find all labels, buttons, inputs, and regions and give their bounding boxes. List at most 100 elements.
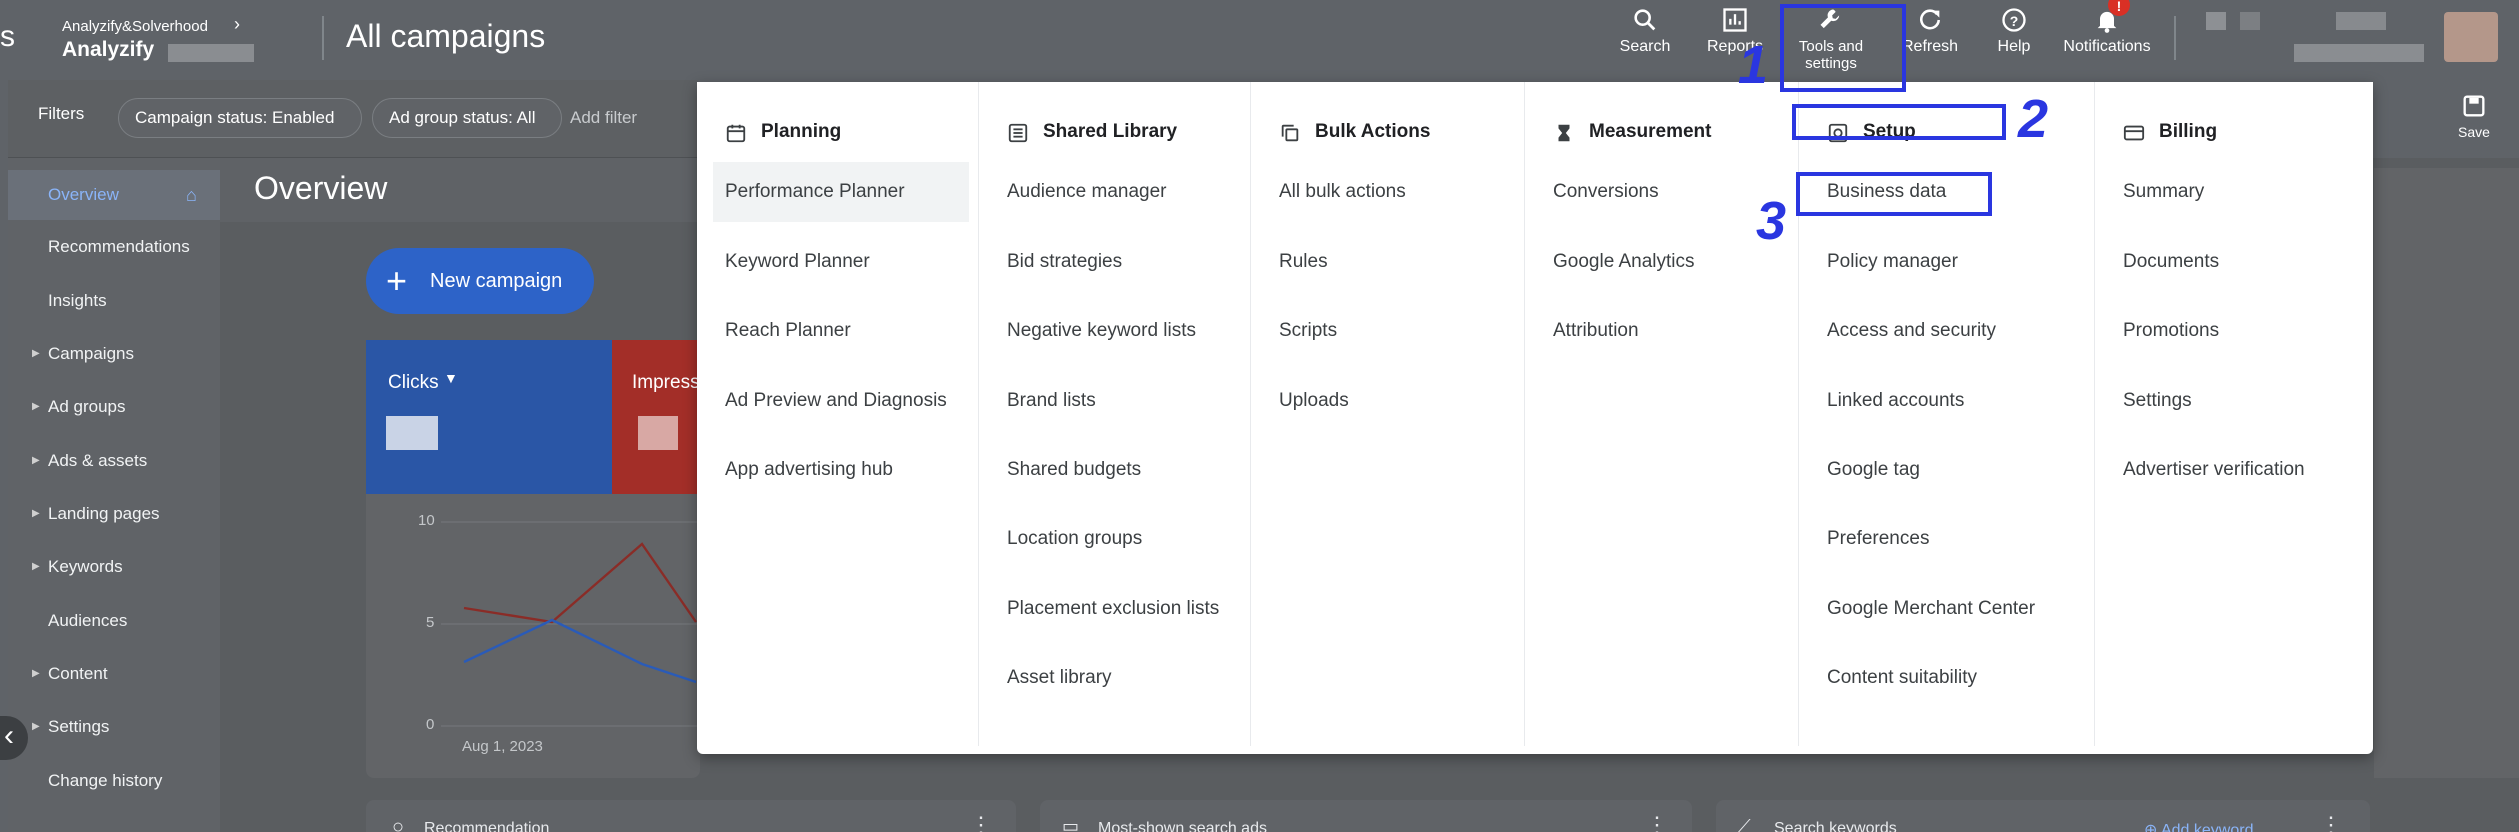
menu-item-shared-budgets[interactable]: Shared budgets — [995, 440, 1241, 500]
add-keyword-label: Add keyword — [2160, 822, 2254, 832]
most-shown-ads-card[interactable]: ▭ Most-shown search ads ⋮ — [1040, 800, 1692, 832]
dropdown-caret-icon: ▼ — [444, 370, 458, 386]
sidebar-item-ads-assets[interactable]: ▶ Ads & assets — [8, 436, 220, 486]
menu-item-conversions[interactable]: Conversions — [1541, 162, 1789, 222]
sidebar-item-campaigns[interactable]: ▶ Campaigns — [8, 329, 220, 379]
menu-heading-billing: Billing — [2123, 112, 2217, 152]
menu-item-bid-strategies[interactable]: Bid strategies — [995, 232, 1241, 292]
recommendation-card[interactable]: ○ Recommendation ⋮ — [366, 800, 1016, 832]
filter-chip-ad-group-status[interactable]: Ad group status: All — [372, 98, 562, 138]
sidebar-item-insights[interactable]: Insights — [8, 276, 220, 326]
sidebar-item-label: Recommendations — [48, 237, 190, 256]
account-name[interactable]: Analyzify — [62, 38, 154, 62]
sidebar-item-label: Change history — [48, 771, 163, 790]
filter-chip-campaign-status[interactable]: Campaign status: Enabled — [118, 98, 362, 138]
lightbulb-icon: ○ — [392, 816, 405, 832]
sidebar-item-label: Audiences — [48, 611, 128, 630]
menu-item-google-analytics[interactable]: Google Analytics — [1541, 232, 1789, 292]
menu-item-reach-planner[interactable]: Reach Planner — [713, 301, 969, 361]
menu-item-access-and-security[interactable]: Access and security — [1815, 301, 2085, 361]
redacted-user-info-3 — [2336, 12, 2386, 30]
menu-item-content-suitability[interactable]: Content suitability — [1815, 648, 2085, 708]
menu-item-attribution[interactable]: Attribution — [1541, 301, 1789, 361]
help-button[interactable]: ? Help — [1976, 0, 2052, 80]
sidebar-item-ad-groups[interactable]: ▶ Ad groups — [8, 382, 220, 432]
redacted-user-info — [2206, 12, 2226, 30]
menu-item-audience-manager[interactable]: Audience manager — [995, 162, 1241, 222]
help-button-label: Help — [1997, 38, 2031, 55]
menu-item-asset-library[interactable]: Asset library — [995, 648, 1241, 708]
menu-item-scripts[interactable]: Scripts — [1267, 301, 1515, 361]
menu-column-shared-library: Shared Library Audience manager Bid stra… — [979, 82, 1251, 746]
new-campaign-button[interactable]: + New campaign — [366, 248, 594, 314]
sidebar-item-overview[interactable]: Overview ⌂ — [8, 170, 220, 220]
tools-settings-menu: Planning Performance Planner Keyword Pla… — [697, 82, 2373, 754]
avatar[interactable] — [2444, 12, 2498, 62]
redacted-user-info-4 — [2294, 44, 2424, 62]
sidebar-item-content[interactable]: ▶ Content — [8, 649, 220, 699]
annotation-box-2 — [1792, 104, 2006, 140]
menu-item-location-groups[interactable]: Location groups — [995, 509, 1241, 569]
sidebar-item-change-history[interactable]: Change history — [8, 756, 220, 806]
account-path[interactable]: Analyzify&Solverhood — [62, 18, 208, 35]
copy-icon — [1281, 124, 1299, 142]
menu-item-keyword-planner[interactable]: Keyword Planner — [713, 232, 969, 292]
sidebar-item-recommendations[interactable]: Recommendations — [8, 222, 220, 272]
sidebar-item-settings[interactable]: ▶ Settings — [8, 702, 220, 752]
menu-item-app-advertising-hub[interactable]: App advertising hub — [713, 440, 969, 500]
menu-item-brand-lists[interactable]: Brand lists — [995, 371, 1241, 431]
expand-caret-icon: ▶ — [32, 561, 40, 572]
chevron-right-icon: › — [234, 14, 240, 34]
save-button-label: Save — [2458, 124, 2490, 140]
more-vert-icon[interactable]: ⋮ — [1646, 812, 1668, 832]
menu-item-documents[interactable]: Documents — [2111, 232, 2363, 292]
menu-item-negative-keyword-lists[interactable]: Negative keyword lists — [995, 301, 1241, 361]
search-button[interactable]: Search — [1610, 0, 1680, 80]
sidebar-item-label: Ad groups — [48, 397, 126, 416]
sidebar-item-label: Overview — [48, 185, 119, 204]
product-logo-fragment: s — [0, 20, 15, 53]
svg-text:?: ? — [2010, 13, 2019, 29]
menu-item-all-bulk-actions[interactable]: All bulk actions — [1267, 162, 1515, 222]
right-panel-background — [2374, 168, 2519, 778]
menu-item-rules[interactable]: Rules — [1267, 232, 1515, 292]
add-filter-link[interactable]: Add filter — [570, 108, 637, 128]
menu-item-summary[interactable]: Summary — [2111, 162, 2363, 222]
notifications-button-label: Notifications — [2063, 38, 2151, 55]
menu-item-placement-exclusion-lists[interactable]: Placement exclusion lists — [995, 579, 1241, 639]
refresh-icon — [1919, 9, 1941, 30]
menu-heading-label: Shared Library — [1043, 121, 1178, 142]
expand-caret-icon: ▶ — [32, 348, 40, 359]
search-keywords-card[interactable]: ⟋ Search keywords ⊕ Add keyword ⋮ — [1716, 800, 2370, 832]
menu-item-promotions[interactable]: Promotions — [2111, 301, 2363, 361]
add-keyword-button[interactable]: ⊕ Add keyword — [2144, 820, 2253, 832]
menu-item-ad-preview[interactable]: Ad Preview and Diagnosis — [713, 371, 969, 431]
sidebar-item-audiences[interactable]: Audiences — [8, 596, 220, 646]
page-title: All campaigns — [346, 18, 546, 54]
sidebar-item-landing-pages[interactable]: ▶ Landing pages — [8, 489, 220, 539]
new-campaign-label: New campaign — [430, 270, 563, 292]
menu-item-billing-settings[interactable]: Settings — [2111, 371, 2363, 431]
menu-item-google-tag[interactable]: Google tag — [1815, 440, 2085, 500]
filter-bar: Filters Campaign status: Enabled Ad grou… — [8, 80, 698, 158]
impressions-metric-tile[interactable]: Impress — [612, 340, 700, 494]
clicks-metric-tile[interactable]: Clicks ▼ — [366, 340, 612, 494]
menu-item-preferences[interactable]: Preferences — [1815, 509, 2085, 569]
menu-item-performance-planner[interactable]: Performance Planner — [713, 162, 969, 222]
menu-item-policy-manager[interactable]: Policy manager — [1815, 232, 2085, 292]
menu-item-linked-accounts[interactable]: Linked accounts — [1815, 371, 2085, 431]
more-vert-icon[interactable]: ⋮ — [970, 812, 992, 832]
sidebar-item-keywords[interactable]: ▶ Keywords — [8, 542, 220, 592]
expand-caret-icon: ▶ — [32, 508, 40, 519]
sidebar-item-label: Ads & assets — [48, 451, 148, 470]
overview-header: Overview — [220, 158, 700, 222]
menu-item-uploads[interactable]: Uploads — [1267, 371, 1515, 431]
more-vert-icon[interactable]: ⋮ — [2320, 812, 2342, 832]
overview-title: Overview — [254, 170, 388, 206]
menu-item-advertiser-verification[interactable]: Advertiser verification — [2111, 440, 2363, 500]
hourglass-icon — [1558, 124, 1570, 142]
menu-item-google-merchant-center[interactable]: Google Merchant Center — [1815, 579, 2085, 639]
library-icon — [1008, 123, 1028, 143]
notifications-button[interactable]: Notifications — [2052, 0, 2162, 80]
save-button[interactable]: Save — [2444, 90, 2504, 150]
